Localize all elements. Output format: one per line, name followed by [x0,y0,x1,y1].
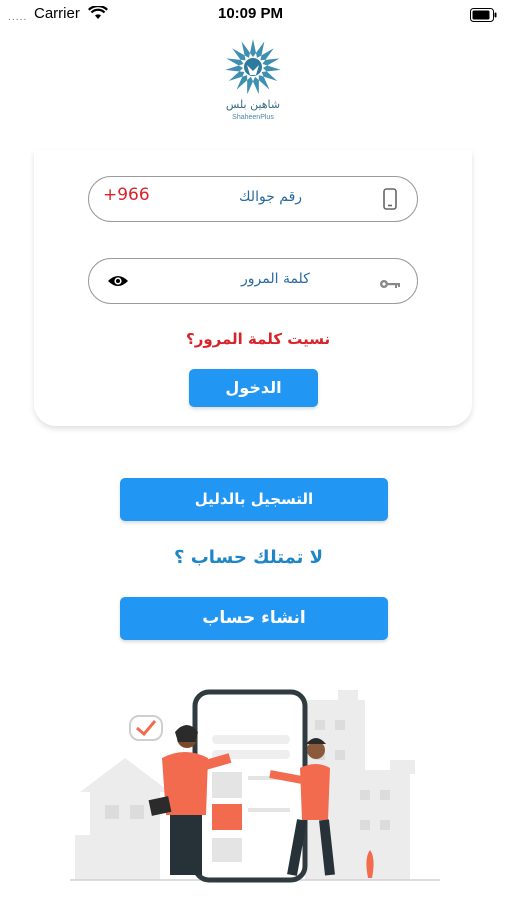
clock: 10:09 PM [218,5,284,22]
password-input[interactable]: كلمة المرور [88,258,418,304]
illustration [70,689,440,883]
create-account-button[interactable]: انشاء حساب [120,597,388,640]
carrier-label: Carrier [34,5,80,22]
status-bar: ..... Carrier 10:09 PM [0,0,507,28]
country-code: +966 [103,185,150,205]
register-guide-button[interactable]: التسجيل بالدليل [120,478,388,521]
phone-input[interactable]: +966 رقم جوالك [88,176,418,222]
eye-icon[interactable] [107,273,129,293]
phone-label: رقم جوالك [239,189,303,205]
forgot-password-link[interactable]: نسيت كلمة المرور؟ [186,330,330,348]
logo-subtitle: ShaheenPlus [232,114,274,121]
password-label: كلمة المرور [241,271,310,287]
key-icon [379,275,401,294]
logo-emblem-icon [224,39,282,96]
wifi-icon [88,4,108,24]
battery-icon [470,7,498,26]
login-button[interactable]: الدخول [189,369,318,407]
no-account-text: لا تمتلك حساب ؟ [174,547,324,568]
app-logo: شاهين بلس ShaheenPlus [220,36,286,128]
phone-icon [383,188,397,214]
logo-name: شاهين بلس [225,98,281,111]
signal-dots: ..... [8,13,28,23]
